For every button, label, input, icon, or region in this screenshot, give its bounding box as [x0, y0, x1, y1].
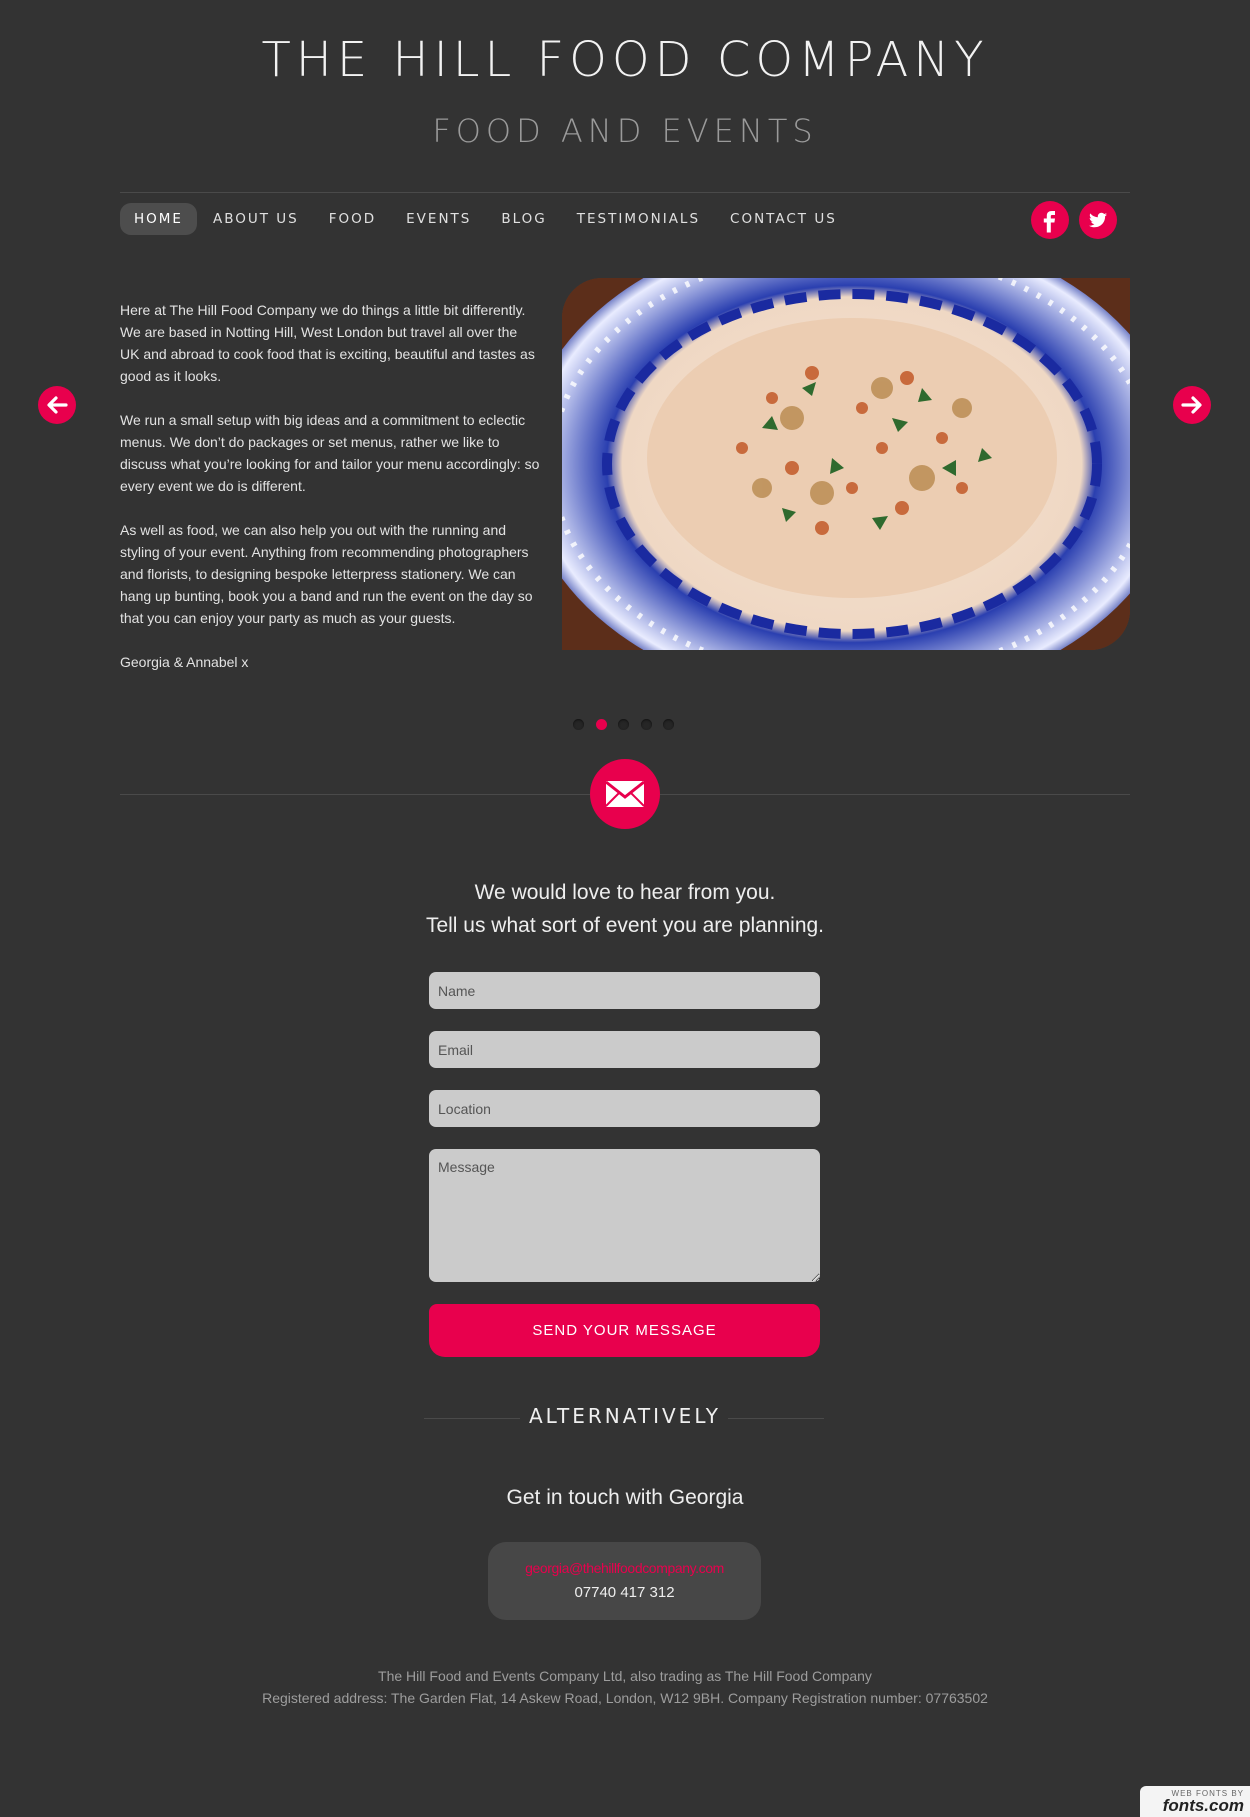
food-plate-illustration: [562, 278, 1130, 650]
footer: The Hill Food and Events Company Ltd, al…: [0, 1665, 1250, 1709]
contact-phone: 07740 417 312: [574, 1584, 675, 1601]
site-title: THE HILL FOOD COMPANY: [261, 32, 989, 88]
fonts-com-badge[interactable]: WEB FONTS BY fonts.com: [1140, 1786, 1250, 1817]
nav-item-events[interactable]: EVENTS: [392, 203, 485, 235]
slider-next-button[interactable]: [1173, 386, 1211, 424]
intro-paragraph: As well as food, we can also help you ou…: [120, 522, 533, 626]
location-field[interactable]: [429, 1090, 820, 1127]
contact-heading: We would love to hear from you. Tell us …: [0, 876, 1250, 942]
main-nav: HOME ABOUT US FOOD EVENTS BLOG TESTIMONI…: [120, 203, 853, 235]
contact-email-link[interactable]: georgia@thehillfoodcompany.com: [488, 1560, 761, 1576]
alternatively-label: ALTERNATIVELY: [528, 1404, 722, 1428]
arrow-left-icon: [47, 396, 68, 414]
nav-item-food[interactable]: FOOD: [315, 203, 390, 235]
site-subtitle: FOOD AND EVENTS: [432, 112, 818, 150]
name-field[interactable]: [429, 972, 820, 1009]
facebook-icon: [1043, 211, 1055, 233]
footer-company-line: The Hill Food and Events Company Ltd, al…: [378, 1668, 872, 1684]
send-message-button[interactable]: SEND YOUR MESSAGE: [429, 1304, 820, 1357]
nav-item-about-us[interactable]: ABOUT US: [199, 203, 313, 235]
slider-dot[interactable]: [618, 719, 629, 730]
section-divider-right: [660, 794, 1130, 795]
intro-paragraph: Here at The Hill Food Company we do thin…: [120, 302, 535, 384]
fonts-badge-logo: fonts.com: [1162, 1796, 1244, 1815]
hero-food-image: [562, 278, 1130, 650]
slider-dot-active[interactable]: [595, 719, 607, 730]
email-field[interactable]: [429, 1031, 820, 1068]
facebook-link[interactable]: [1031, 201, 1069, 239]
contact-card: georgia@thehillfoodcompany.com 07740 417…: [488, 1542, 761, 1620]
slider-prev-button[interactable]: [38, 386, 76, 424]
contact-heading-line1: We would love to hear from you.: [474, 881, 776, 904]
twitter-link[interactable]: [1079, 201, 1117, 239]
message-field[interactable]: [429, 1149, 820, 1282]
slider-pagination: [573, 719, 686, 730]
nav-item-contact-us[interactable]: CONTACT US: [716, 203, 851, 235]
header-divider: [120, 192, 1130, 193]
slider-dot[interactable]: [640, 719, 652, 730]
nav-item-blog[interactable]: BLOG: [487, 203, 560, 235]
get-in-touch-heading: Get in touch with Georgia: [506, 1486, 744, 1509]
intro-text: Here at The Hill Food Company we do thin…: [120, 299, 540, 695]
mail-badge: [590, 759, 660, 829]
nav-item-testimonials[interactable]: TESTIMONIALS: [563, 203, 714, 235]
arrow-right-icon: [1181, 396, 1202, 414]
slider-dot[interactable]: [573, 719, 584, 730]
section-divider-left: [120, 794, 590, 795]
slider-dot[interactable]: [663, 719, 674, 730]
footer-address-line: Registered address: The Garden Flat, 14 …: [262, 1690, 988, 1706]
envelope-icon: [605, 780, 645, 807]
contact-heading-line2: Tell us what sort of event you are plann…: [425, 914, 825, 937]
intro-signature: Georgia & Annabel x: [120, 654, 249, 670]
intro-paragraph: We run a small setup with big ideas and …: [120, 412, 540, 494]
twitter-icon: [1088, 212, 1107, 228]
nav-item-home[interactable]: HOME: [120, 203, 197, 235]
